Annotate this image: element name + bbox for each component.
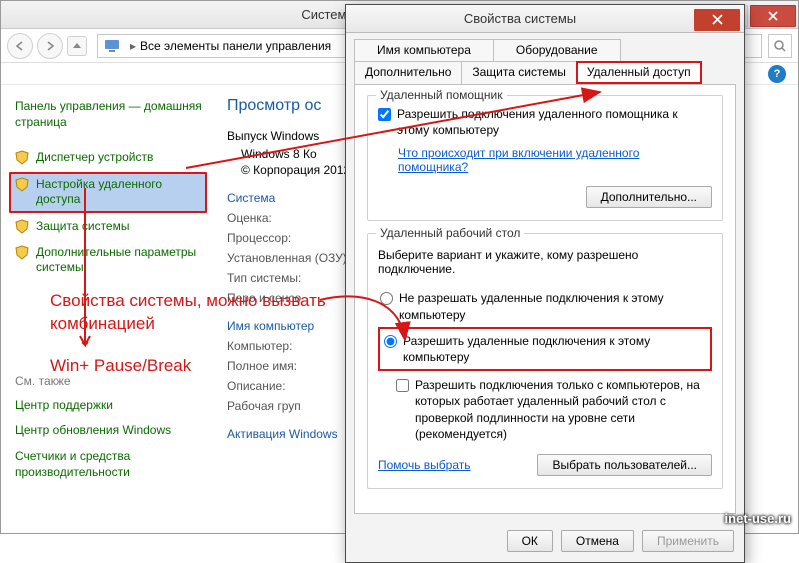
link-assist-help[interactable]: Что происходит при включении удаленного … — [398, 146, 639, 174]
tab-advanced[interactable]: Дополнительно — [354, 61, 462, 84]
chk-nla-input[interactable] — [396, 379, 409, 392]
link-help-choose[interactable]: Помочь выбрать — [378, 458, 471, 472]
tab-computer-name[interactable]: Имя компьютера — [354, 39, 494, 61]
group-remote-assist: Удаленный помощник Разрешить подключения… — [367, 95, 723, 221]
sidebar-home[interactable]: Панель управления — домашняя страница — [9, 95, 211, 134]
annotation-text-2: Win+ Pause/Break — [50, 355, 191, 378]
up-button[interactable] — [67, 36, 87, 56]
sidebar-item-device-mgr[interactable]: Диспетчер устройств — [9, 146, 211, 170]
seealso-perf[interactable]: Счетчики и средства производительности — [9, 445, 211, 484]
tab-hardware[interactable]: Оборудование — [493, 39, 621, 61]
radio-deny[interactable]: Не разрешать удаленные подключения к это… — [378, 286, 712, 326]
shield-icon — [15, 219, 30, 234]
system-properties-dialog: Свойства системы Имя компьютера Оборудов… — [345, 4, 745, 563]
radio-allow-input[interactable] — [384, 335, 397, 348]
search-button[interactable] — [768, 34, 792, 58]
radio-allow[interactable]: Разрешить удаленные подключения к этому … — [378, 327, 712, 371]
close-button[interactable] — [750, 5, 796, 27]
back-button[interactable] — [7, 33, 33, 59]
tab-protection[interactable]: Защита системы — [461, 61, 576, 84]
assist-more-button[interactable]: Дополнительно... — [586, 186, 712, 208]
watermark: inet-use.ru — [725, 511, 791, 526]
shield-icon — [15, 177, 30, 192]
ok-button[interactable]: ОК — [507, 530, 553, 552]
help-icon[interactable]: ? — [768, 65, 786, 83]
computer-icon — [104, 38, 120, 54]
cancel-button[interactable]: Отмена — [561, 530, 634, 552]
sidebar-item-advanced[interactable]: Дополнительные параметры системы — [9, 241, 211, 280]
tab-row-1: Имя компьютера Оборудование — [346, 33, 744, 61]
radio-deny-input[interactable] — [380, 292, 393, 305]
shield-icon — [15, 150, 30, 165]
chk-allow-assist-input[interactable] — [378, 108, 391, 121]
sidebar-item-protection[interactable]: Защита системы — [9, 215, 211, 239]
chk-allow-assist[interactable]: Разрешить подключения удаленного помощни… — [378, 106, 712, 138]
shield-icon — [15, 245, 30, 260]
tab-row-2: Дополнительно Защита системы Удаленный д… — [346, 61, 744, 84]
sidebar-item-remote[interactable]: Настройка удаленного доступа — [9, 172, 207, 213]
group-legend-rdp: Удаленный рабочий стол — [376, 226, 524, 240]
dialog-buttons: ОК Отмена Применить — [346, 522, 744, 562]
annotation-text-1: Свойства системы, можно вызвать комбинац… — [50, 290, 350, 336]
chk-nla[interactable]: Разрешить подключения только с компьютер… — [394, 371, 712, 444]
dialog-titlebar: Свойства системы — [346, 5, 744, 33]
tab-remote[interactable]: Удаленный доступ — [576, 61, 702, 84]
breadcrumb-parent: Все элементы панели управления — [140, 39, 331, 53]
dialog-close-button[interactable] — [694, 9, 740, 31]
apply-button[interactable]: Применить — [642, 530, 734, 552]
dialog-title: Свойства системы — [346, 11, 694, 26]
dialog-page: Удаленный помощник Разрешить подключения… — [354, 84, 736, 514]
select-users-button[interactable]: Выбрать пользователей... — [537, 454, 712, 476]
forward-button[interactable] — [37, 33, 63, 59]
group-legend-assist: Удаленный помощник — [376, 88, 507, 102]
rdp-desc: Выберите вариант и укажите, кому разреше… — [378, 248, 712, 276]
group-rdp: Удаленный рабочий стол Выберите вариант … — [367, 233, 723, 489]
seealso-windows-update[interactable]: Центр обновления Windows — [9, 419, 211, 443]
seealso-action-center[interactable]: Центр поддержки — [9, 394, 211, 418]
